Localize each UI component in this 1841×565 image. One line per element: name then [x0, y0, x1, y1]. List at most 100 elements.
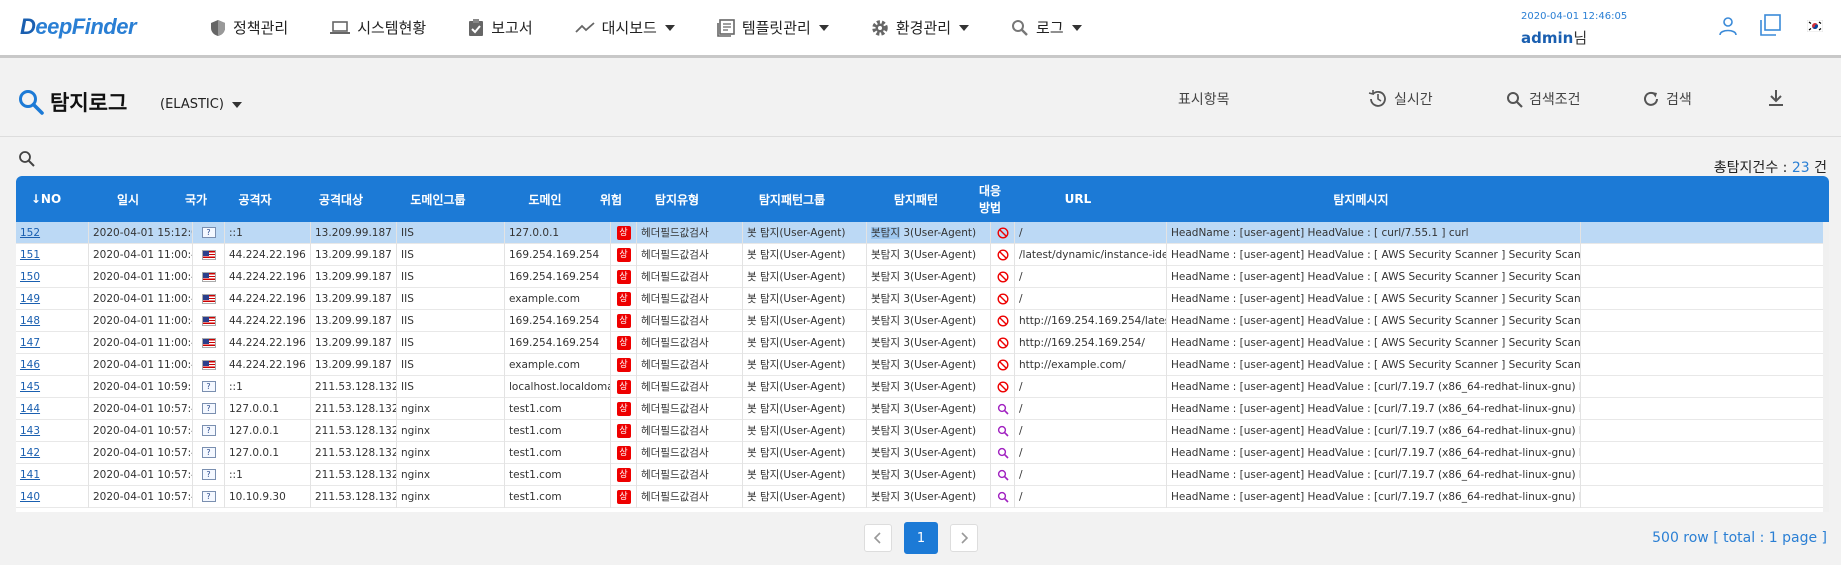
cell-pattern-highlight: 봇탐지 [871, 314, 900, 327]
row-no-link[interactable]: 151 [20, 249, 40, 261]
us-flag-icon [201, 293, 216, 304]
download-icon[interactable] [1768, 89, 1784, 107]
cell-domain: 127.0.0.1 [509, 226, 560, 239]
column-header-8[interactable]: 탐지유형 [624, 191, 730, 208]
column-header-3[interactable]: 공격자 [212, 191, 298, 208]
history-clock-icon [1368, 90, 1386, 107]
table-row[interactable]: 151 2020-04-01 11:00:44 44.224.22.196 13.20… [16, 243, 1829, 266]
source-select-value: (ELASTIC) [160, 97, 224, 112]
row-no-link[interactable]: 145 [20, 381, 40, 393]
next-page-button[interactable] [950, 524, 978, 552]
cell-detect-type-wrap: 헤더필드값검사 [637, 463, 743, 486]
column-header-12[interactable]: URL [1002, 192, 1154, 206]
cell-risk: 상 [611, 243, 637, 266]
nav-report[interactable]: 보고서 [468, 17, 533, 38]
cell-domain: test1.com [509, 468, 562, 481]
row-no-link[interactable]: 142 [20, 447, 40, 459]
cell-no: 150 [16, 265, 89, 288]
column-header-6[interactable]: 도메인 [492, 191, 598, 208]
row-no-link[interactable]: 148 [20, 315, 40, 327]
column-filter-toggle[interactable] [18, 150, 36, 172]
row-no-link[interactable]: 141 [20, 469, 40, 481]
row-no-link[interactable]: 147 [20, 337, 40, 349]
row-no-link[interactable]: 143 [20, 425, 40, 437]
nav-settings[interactable]: 환경관리 [871, 17, 970, 38]
unknown-flag-icon: ? [201, 381, 216, 392]
table-row[interactable]: 150 2020-04-01 11:00:44 44.224.22.196 13.20… [16, 265, 1829, 288]
cell-detect-type-wrap: 헤더필드값검사 [637, 243, 743, 266]
source-select[interactable]: (ELASTIC) [160, 97, 242, 112]
cell-domain-wrap: 169.254.169.254 [505, 331, 611, 354]
search-label: 검색 [1666, 92, 1692, 108]
cell-message-wrap: HeadName : [user-agent] HeadValue : [cur… [1167, 419, 1581, 442]
block-icon [996, 248, 1009, 261]
cell-message-wrap: HeadName : [user-agent] HeadValue : [ AW… [1167, 243, 1581, 266]
cell-pattern-wrap: 봇탐지 3(User-Agent) [867, 397, 991, 420]
row-no-link[interactable]: 140 [20, 491, 40, 503]
table-row[interactable]: 140 2020-04-01 10:57:41? 10.10.9.30 211.53.… [16, 485, 1829, 508]
nav-system-status[interactable]: 시스템현황 [330, 17, 426, 38]
cell-pattern-highlight: 봇탐지 [871, 424, 900, 437]
column-header-0[interactable]: ↓NO [16, 192, 76, 206]
table-row[interactable]: 141 2020-04-01 10:57:41?::1 211.53.128.132… [16, 463, 1829, 486]
cell-pattern-group-wrap: 봇 탐지(User-Agent) [743, 353, 867, 376]
table-row[interactable]: 145 2020-04-01 10:59:11?::1 211.53.128.132… [16, 375, 1829, 398]
row-info: 500 row [ total : 1 page ] [1652, 530, 1827, 546]
cell-datetime-wrap: 2020-04-01 11:00:42 [89, 353, 193, 376]
cell-risk: 상 [611, 397, 637, 420]
cell-domain: test1.com [509, 490, 562, 503]
column-header-13[interactable]: 탐지메시지 [1154, 191, 1568, 208]
table-row[interactable]: 149 2020-04-01 11:00:44 44.224.22.196 13.20… [16, 287, 1829, 310]
table-row[interactable]: 147 2020-04-01 11:00:43 44.224.22.196 13.20… [16, 331, 1829, 354]
detect-search-icon [997, 447, 1009, 459]
page-button-1[interactable]: 1 [904, 522, 938, 554]
app-logo[interactable]: DeepFinder [20, 14, 137, 40]
table-row[interactable]: 144 2020-04-01 10:57:41? 127.0.0.1 211.53.1… [16, 397, 1829, 420]
column-header-label: 공격대상 [318, 192, 364, 207]
row-no-link[interactable]: 149 [20, 293, 40, 305]
table-row[interactable]: 143 2020-04-01 10:57:41? 127.0.0.1 211.53.1… [16, 419, 1829, 442]
cell-pattern-group: 봇 탐지(User-Agent) [747, 226, 846, 239]
search-refresh-button[interactable]: 검색 [1642, 89, 1692, 109]
table-row[interactable]: 148 2020-04-01 11:00:43 44.224.22.196 13.20… [16, 309, 1829, 332]
cell-pattern-highlight: 봇탐지 [871, 402, 900, 415]
window-icon[interactable] [1759, 14, 1781, 36]
column-header-10[interactable]: 탐지패턴 [854, 191, 978, 208]
table-row[interactable]: 152 2020-04-01 15:12:03?::1 13.209.99.187 I… [16, 221, 1829, 244]
realtime-button[interactable]: 실시간 [1368, 89, 1433, 109]
prev-page-button[interactable] [864, 524, 892, 552]
cell-detect-type-wrap: 헤더필드값검사 [637, 331, 743, 354]
user-icon[interactable] [1719, 16, 1737, 36]
display-items-button[interactable]: 표시항목 [1178, 89, 1230, 109]
nav-policy[interactable]: 정책관리 [210, 17, 288, 38]
table-row[interactable]: 146 2020-04-01 11:00:42 44.224.22.196 13.20… [16, 353, 1829, 376]
search-conditions-button[interactable]: 검색조건 [1506, 89, 1581, 109]
row-no-link[interactable]: 146 [20, 359, 40, 371]
cell-url: / [1019, 292, 1023, 305]
column-header-2[interactable]: 국가 [180, 191, 212, 208]
row-no-link[interactable]: 150 [20, 271, 40, 283]
column-header-4[interactable]: 공격대상 [298, 191, 384, 208]
column-header-1[interactable]: 일시 [76, 191, 180, 208]
us-flag-icon [201, 337, 216, 348]
table-row[interactable]: 142 2020-04-01 10:57:41? 127.0.0.1 211.53.1… [16, 441, 1829, 464]
cell-detect-type: 헤더필드값검사 [641, 358, 709, 371]
column-header-11[interactable]: 대응방법 [978, 182, 1002, 216]
column-header-5[interactable]: 도메인그룹 [384, 191, 492, 208]
column-header-7[interactable]: 위험 [598, 191, 624, 208]
user-name[interactable]: admin님 [1521, 27, 1587, 48]
column-header-9[interactable]: 탐지패턴그룹 [730, 191, 854, 208]
nav-system-status-label: 시스템현황 [357, 19, 427, 37]
row-no-link[interactable]: 152 [20, 227, 40, 239]
vertical-scrollbar[interactable] [1823, 222, 1829, 512]
nav-log[interactable]: 로그 [1011, 17, 1082, 38]
us-flag-icon [201, 271, 216, 282]
table-header: ↓NO 일시 국가 공격자 공격대상 도메인그룹 도메인 위험 탐지유형 탐지패턴그룹 탐지패턴 대응… [16, 176, 1829, 222]
nav-dashboard[interactable]: 대시보드 [574, 17, 675, 38]
cell-attacker-wrap: 44.224.22.196 [225, 287, 311, 310]
korea-flag-icon[interactable] [1807, 20, 1823, 32]
row-no-link[interactable]: 144 [20, 403, 40, 415]
cell-target-wrap: 211.53.128.132 [311, 397, 397, 420]
cell-domain-wrap: 169.254.169.254 [505, 309, 611, 332]
nav-template[interactable]: 템플릿관리 [717, 17, 829, 38]
